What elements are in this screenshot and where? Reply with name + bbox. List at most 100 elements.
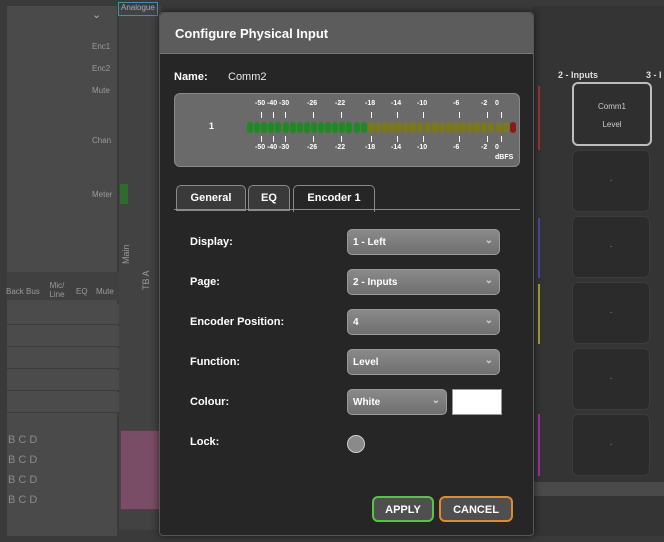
chevron-down-icon: ⌄ [484,235,493,246]
meter-led [325,122,332,133]
encoder-cell-title: Comm1 [597,102,626,111]
row-label-enc1: Enc1 [92,42,111,51]
meter-tick-label: -30 [279,100,290,107]
bg-tab-analogue[interactable]: Analogue [118,2,158,16]
lock-toggle[interactable] [347,435,365,453]
meter-led [509,122,516,133]
meter-tick-mark [285,136,286,142]
meter-led [360,122,367,133]
meter-led [367,122,374,133]
encoder-cell[interactable]: - [572,348,650,410]
meter-led [268,122,275,133]
meter-tick-mark [459,136,460,142]
function-select-value: Level [353,357,379,368]
meter-tick-mark [423,136,424,142]
meter-tick-label: -22 [335,100,346,107]
meter-tick-mark [501,112,502,118]
meter-led [396,122,403,133]
meter-led [303,122,310,133]
cell-dash: - [609,241,613,251]
tab-eq[interactable]: EQ [248,185,290,211]
header-eq: EQ [76,287,88,296]
row-label-meter: Meter [92,190,113,199]
chevron-down-icon: ⌄ [431,395,440,406]
meter-led [332,122,339,133]
encoder-cell[interactable]: - [572,414,650,476]
meter-led [452,122,459,133]
cancel-button[interactable]: CANCEL [439,496,513,522]
meter-tick-label: -6 [453,100,460,107]
level-meter: 1 -50 -40 -30 -26 -22 -18 -14 -10 -6 -2 0 -50 -40 -3… [174,93,520,167]
page-select[interactable]: 2 - Inputs ⌄ [347,269,500,295]
bg-row [7,392,119,413]
meter-tick-mark [261,112,262,118]
meter-tick-label: -18 [365,144,376,151]
encoder-cell[interactable]: - [572,216,650,278]
tab-general[interactable]: General [176,185,246,211]
meter-tick-mark [459,112,460,118]
name-value: Comm2 [228,71,267,83]
dialog-header: Configure Physical Input [160,13,533,54]
meter-tick-mark [261,136,262,142]
page-select-value: 2 - Inputs [353,277,398,288]
meter-led [282,122,289,133]
meter-tick-label: -2 [481,144,488,151]
encoder-cell-comm1[interactable]: Comm1 Level [572,82,652,146]
meter-tick-mark [273,136,274,142]
meter-led [460,122,466,133]
grid-footer [532,482,664,496]
meter-led [424,122,431,133]
bg-pink-block [120,430,160,510]
colour-select[interactable]: White ⌄ [347,389,447,415]
cell-dash: - [609,307,613,317]
colour-swatch[interactable] [452,389,502,415]
bg-row [7,348,119,369]
meter-tick-label: 0 [495,144,499,151]
meter-tick-label: -50 [255,100,266,107]
bg-meter-bar [120,184,128,204]
configure-input-dialog: Configure Physical Input Name: Comm2 1 -… [159,12,534,536]
meter-led [474,122,481,133]
display-select[interactable]: 1 - Left ⌄ [347,229,500,255]
encoder-cell[interactable]: - [572,282,650,344]
meter-led [431,122,438,133]
bg-row [7,326,119,347]
tab-divider [174,209,520,210]
meter-tick-mark [423,112,424,118]
encoder-cell[interactable]: - [572,150,650,212]
chevron-down-icon: ⌄ [484,275,493,286]
encoder-position-select[interactable]: 4 ⌄ [347,309,500,335]
meter-led [254,122,261,133]
meter-led [445,122,452,133]
meter-tick-label: -2 [481,100,488,107]
meter-led [374,122,381,133]
encoder-position-value: 4 [353,317,359,328]
meter-tick-mark [501,136,502,142]
meter-tick-mark [313,112,314,118]
function-select[interactable]: Level ⌄ [347,349,500,375]
meter-tick-label: -14 [391,144,402,151]
row-label-enc2: Enc2 [92,64,111,73]
page-label: Page: [190,276,220,288]
row-label-mute: Mute [92,86,110,95]
colour-label: Colour: [190,396,230,408]
meter-led [410,122,417,133]
bg-row [7,370,119,391]
meter-tick-label: -10 [417,100,428,107]
encoder-position-label: Encoder Position: [190,316,285,328]
vertical-label-main: Main [121,244,131,264]
meter-tick-mark [371,112,372,118]
meter-tick-label: -30 [279,144,290,151]
meter-led [481,122,488,133]
colour-select-value: White [353,397,381,408]
meter-tick-mark [341,112,342,118]
meter-tick-mark [313,136,314,142]
bcd-label: B C D [8,454,38,466]
tab-encoder-1[interactable]: Encoder 1 [293,185,375,212]
meter-led [502,122,509,133]
collapse-chevron-icon[interactable]: ⌄ [92,8,101,21]
meter-led [389,122,395,133]
header-mic-line: Mic/ Line [49,281,65,299]
apply-button[interactable]: APPLY [372,496,434,522]
meter-led [339,122,346,133]
